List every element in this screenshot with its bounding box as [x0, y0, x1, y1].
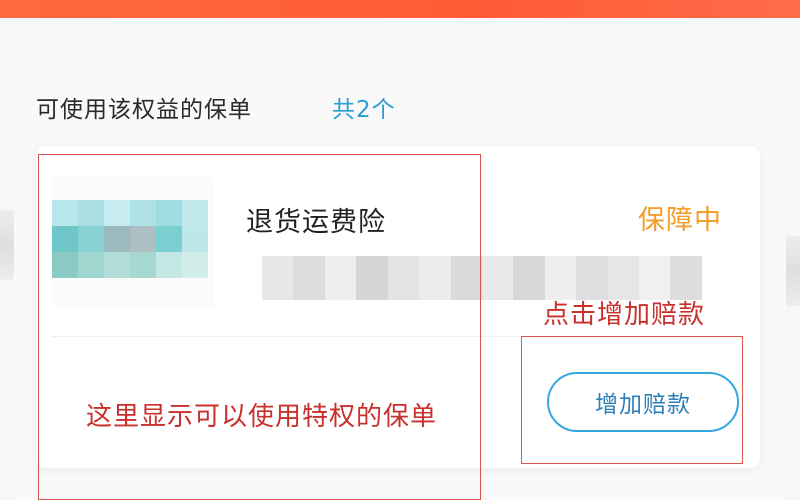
annotation-click-hint: 点击增加赔款: [543, 300, 706, 330]
right-edge-artifact: [786, 236, 800, 306]
left-edge-artifact: [0, 210, 14, 280]
section-title: 可使用该权益的保单: [36, 97, 252, 123]
annotation-box-add-claim: [521, 336, 743, 464]
policy-count: 共2个: [332, 97, 396, 123]
app-header-bar: [0, 0, 800, 18]
annotation-box-policy-list: [38, 154, 481, 500]
annotation-list-hint: 这里显示可以使用特权的保单: [86, 402, 438, 432]
status-badge: 保障中: [638, 205, 722, 236]
